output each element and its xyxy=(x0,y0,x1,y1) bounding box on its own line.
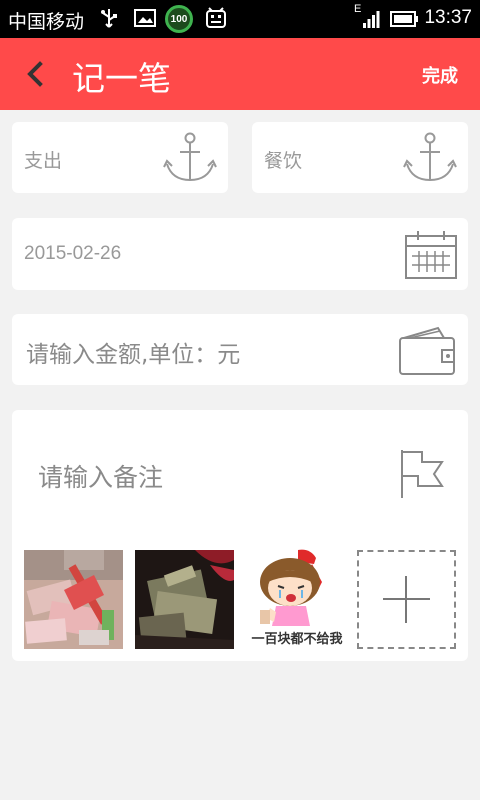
photo-thumbnail[interactable]: 一百块都不给我 xyxy=(246,548,348,652)
image-icon xyxy=(134,9,156,27)
anchor-icon xyxy=(163,132,217,182)
clock: 13:37 xyxy=(424,7,472,28)
add-photo-icon xyxy=(383,576,430,623)
battery-saver-badge: 100 xyxy=(170,13,188,25)
photo-money-broom xyxy=(24,550,123,649)
signal-icon xyxy=(363,11,380,28)
add-photo-button[interactable] xyxy=(357,550,456,649)
sticker-caption: 一百块都不给我 xyxy=(251,632,343,647)
back-button[interactable] xyxy=(18,54,54,94)
done-button[interactable]: 完成 xyxy=(422,62,458,88)
amount-field[interactable]: 请输入金额,单位：元 xyxy=(12,314,468,385)
category-selector[interactable]: 餐饮 xyxy=(252,122,468,193)
chevron-left-icon xyxy=(27,61,43,87)
date-value: 2015-02-26 xyxy=(24,243,122,264)
network-type-label: E xyxy=(354,3,362,15)
category-value: 餐饮 xyxy=(264,150,303,172)
status-bar: 中国移动 100 E 13:37 xyxy=(0,0,480,38)
sticker-crying-girl xyxy=(246,548,348,626)
calendar-icon xyxy=(405,231,457,279)
date-selector[interactable]: 2015-02-26 xyxy=(12,218,468,290)
note-placeholder[interactable]: 请输入备注 xyxy=(38,458,163,494)
battery-icon xyxy=(390,11,418,27)
anchor-icon xyxy=(403,132,457,182)
type-value: 支出 xyxy=(24,150,63,172)
wallet-icon xyxy=(399,326,455,375)
page-title: 记一笔 xyxy=(72,59,171,98)
type-selector[interactable]: 支出 xyxy=(12,122,228,193)
note-panel: 请输入备注 一百块都不给我 xyxy=(12,410,468,661)
photo-thumbnail[interactable] xyxy=(135,550,234,649)
amount-placeholder: 请输入金额,单位：元 xyxy=(26,342,241,368)
photo-thumbnail[interactable] xyxy=(24,550,123,649)
battery-saver-icon: 100 xyxy=(165,5,193,33)
photo-money-dark xyxy=(135,550,234,649)
app-header: 记一笔 完成 xyxy=(0,38,480,110)
usb-icon xyxy=(101,9,117,28)
flag-icon xyxy=(401,450,444,498)
carrier-label: 中国移动 xyxy=(8,11,85,33)
android-icon xyxy=(206,7,226,28)
